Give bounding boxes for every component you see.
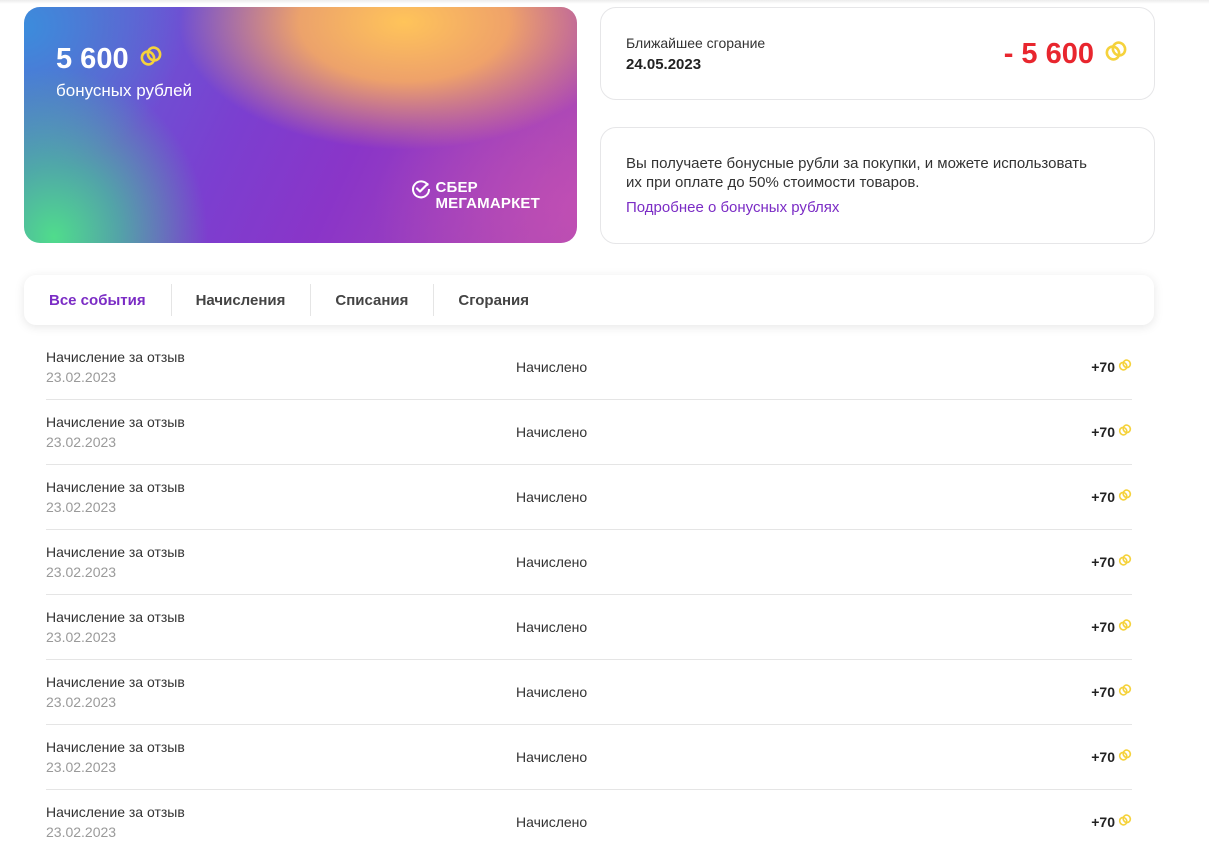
bonus-coin-icon <box>1104 38 1128 71</box>
event-title: Начисление за отзыв <box>46 609 185 625</box>
event-date: 23.02.2023 <box>46 434 117 450</box>
bonus-balance-caption: бонусных рублей <box>56 81 193 100</box>
event-amount: +70 <box>1091 358 1132 375</box>
event-status: Начислено <box>516 749 588 765</box>
bonus-coin-icon <box>1118 553 1132 570</box>
event-title: Начисление за отзыв <box>46 479 185 495</box>
event-date: 23.02.2023 <box>46 564 117 580</box>
event-amount-value: +70 <box>1091 748 1115 765</box>
bonus-coin-icon <box>1118 358 1132 375</box>
list-item: Начисление за отзыв 23.02.2023 Начислено… <box>46 465 1132 530</box>
bonus-balance: 5 600 <box>56 43 163 76</box>
event-amount: +70 <box>1091 553 1132 570</box>
brand-line-1: СБЕР <box>435 179 478 196</box>
event-filter-tabs: Все события Начисления Списания Сгорания <box>24 275 1154 325</box>
event-status: Начислено <box>516 424 588 440</box>
tab-label: Сгорания <box>458 291 529 309</box>
event-title: Начисление за отзыв <box>46 739 185 755</box>
brand-name: СБЕР МЕГАМАРКЕТ <box>435 180 540 212</box>
list-item: Начисление за отзыв 23.02.2023 Начислено… <box>46 400 1132 465</box>
tab-accruals[interactable]: Начисления <box>170 275 311 325</box>
bonus-coin-icon <box>1118 423 1132 440</box>
expiration-amount-value: - 5 600 <box>1003 38 1094 70</box>
bonus-info-panel: Вы получаете бонусные рубли за покупки, … <box>600 127 1155 244</box>
event-status: Начислено <box>516 359 588 375</box>
bonus-coin-icon <box>139 43 163 76</box>
events-list: Начисление за отзыв 23.02.2023 Начислено… <box>46 335 1132 854</box>
event-amount-value: +70 <box>1091 423 1115 440</box>
bonus-info-link[interactable]: Подробнее о бонусных рублях <box>626 199 839 216</box>
bonus-coin-icon <box>1118 488 1132 505</box>
event-amount: +70 <box>1091 813 1132 830</box>
event-amount: +70 <box>1091 423 1132 440</box>
bonus-coin-icon <box>1118 813 1132 830</box>
event-amount: +70 <box>1091 748 1132 765</box>
brand-line-2: МЕГАМАРКЕТ <box>435 195 540 212</box>
event-title: Начисление за отзыв <box>46 414 185 430</box>
list-item: Начисление за отзыв 23.02.2023 Начислено… <box>46 725 1132 790</box>
list-item: Начисление за отзыв 23.02.2023 Начислено… <box>46 790 1132 854</box>
list-item: Начисление за отзыв 23.02.2023 Начислено… <box>46 660 1132 725</box>
event-date: 23.02.2023 <box>46 694 117 710</box>
header-divider <box>0 0 1209 4</box>
bonus-coin-icon <box>1118 683 1132 700</box>
event-status: Начислено <box>516 814 588 830</box>
bonus-balance-amount: 5 600 <box>56 43 129 75</box>
event-title: Начисление за отзыв <box>46 674 185 690</box>
nearest-expiration-panel: Ближайшее сгорание 24.05.2023 - 5 600 <box>600 7 1155 100</box>
bonus-info-text: Вы получаете бонусные рубли за покупки, … <box>626 155 1087 191</box>
event-status: Начислено <box>516 554 588 570</box>
list-item: Начисление за отзыв 23.02.2023 Начислено… <box>46 530 1132 595</box>
sber-check-icon <box>411 179 431 203</box>
event-amount-value: +70 <box>1091 813 1115 830</box>
event-amount-value: +70 <box>1091 358 1115 375</box>
event-date: 23.02.2023 <box>46 629 117 645</box>
tab-label: Все события <box>49 291 146 309</box>
brand-logo: СБЕР МЕГАМАРКЕТ <box>411 180 540 212</box>
event-title: Начисление за отзыв <box>46 349 185 365</box>
event-date: 23.02.2023 <box>46 759 117 775</box>
expiration-label: Ближайшее сгорание <box>626 35 766 51</box>
event-status: Начислено <box>516 684 588 700</box>
tab-expirations[interactable]: Сгорания <box>433 275 554 325</box>
tab-debits[interactable]: Списания <box>310 275 433 325</box>
event-title: Начисление за отзыв <box>46 804 185 820</box>
event-date: 23.02.2023 <box>46 369 117 385</box>
tab-all-events[interactable]: Все события <box>24 275 171 325</box>
event-amount-value: +70 <box>1091 618 1115 635</box>
expiration-date: 24.05.2023 <box>626 56 702 73</box>
event-amount-value: +70 <box>1091 488 1115 505</box>
list-item: Начисление за отзыв 23.02.2023 Начислено… <box>46 595 1132 660</box>
list-item: Начисление за отзыв 23.02.2023 Начислено… <box>46 335 1132 400</box>
tab-label: Начисления <box>195 291 286 309</box>
bonus-coin-icon <box>1118 618 1132 635</box>
event-amount-value: +70 <box>1091 683 1115 700</box>
bonus-balance-card: 5 600 бонусных рублей СБЕР МЕГАМАРКЕТ <box>24 7 577 243</box>
bonus-coin-icon <box>1118 748 1132 765</box>
event-date: 23.02.2023 <box>46 824 117 840</box>
event-amount: +70 <box>1091 618 1132 635</box>
event-title: Начисление за отзыв <box>46 544 185 560</box>
event-amount: +70 <box>1091 488 1132 505</box>
event-amount-value: +70 <box>1091 553 1115 570</box>
event-status: Начислено <box>516 489 588 505</box>
tab-label: Списания <box>335 291 409 309</box>
expiration-amount: - 5 600 <box>1004 38 1128 71</box>
event-status: Начислено <box>516 619 588 635</box>
event-date: 23.02.2023 <box>46 499 117 515</box>
event-amount: +70 <box>1091 683 1132 700</box>
